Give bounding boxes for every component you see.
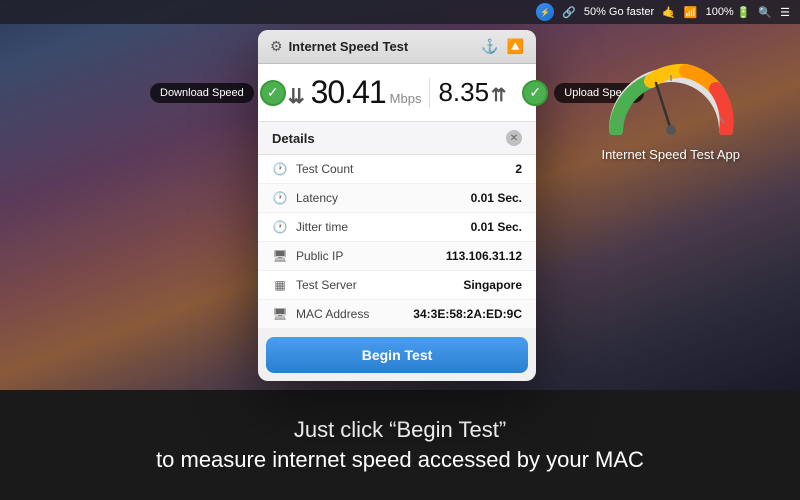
mac-address-icon: 🖥 [272, 307, 288, 321]
hand-icon: 🤙 [662, 6, 676, 19]
detail-left-public-ip: 🖥 Public IP [272, 249, 343, 263]
latency-icon: 🕐 [272, 191, 288, 205]
bottom-text-line1: Just click “Begin Test” [294, 417, 506, 443]
details-title: Details [272, 131, 315, 146]
download-speed-unit: Mbps [390, 91, 422, 106]
menu-lines-icon[interactable]: ☰ [780, 6, 790, 19]
go-faster-label: Go faster [609, 6, 654, 18]
test-count-icon: 🕐 [272, 162, 288, 176]
speed-separator [429, 78, 430, 108]
detail-left-mac-address: 🖥 MAC Address [272, 307, 369, 321]
mac-address-label: MAC Address [296, 307, 369, 321]
download-arrows-icon: ⇊ [288, 84, 305, 109]
public-ip-icon: 🖥 [272, 249, 288, 263]
test-count-value: 2 [515, 162, 522, 176]
download-check-icon: ✓ [260, 80, 286, 106]
public-ip-value: 113.106.31.12 [446, 249, 522, 263]
bottom-bar: Just click “Begin Test” to measure inter… [0, 390, 800, 500]
speedometer-label: Internet Speed Test App [601, 147, 740, 162]
upload-arrows-icon: ⇈ [491, 85, 506, 106]
speed-display-row: Download Speed ✓ ⇊ 30.41 Mbps 8.35 ⇈ ✓ U… [258, 64, 536, 122]
anchor-icon[interactable]: ⚓ [481, 38, 498, 55]
detail-left-test-count: 🕐 Test Count [272, 162, 353, 176]
details-header: Details ✕ [258, 122, 536, 155]
latency-label: Latency [296, 191, 338, 205]
test-count-label: Test Count [296, 162, 353, 176]
bottom-text-line2: to measure internet speed accessed by yo… [156, 447, 644, 473]
upload-speed-display: 8.35 ⇈ [438, 77, 506, 108]
upload-check-icon: ✓ [522, 80, 548, 106]
test-server-value: Singapore [463, 278, 522, 292]
mac-address-value: 34:3E:58:2A:ED:9C [413, 307, 522, 321]
upload-speed-value: 8.35 [438, 77, 489, 108]
detail-left-test-server: ▦ Test Server [272, 278, 357, 292]
download-speed-label-group: Download Speed ✓ [150, 80, 286, 106]
battery-full-percent: 100% [706, 6, 734, 18]
latency-value: 0.01 Sec. [471, 191, 522, 205]
download-speed-value: 30.41 [311, 74, 386, 111]
detail-row-test-count: 🕐 Test Count 2 [258, 155, 536, 184]
details-close-button[interactable]: ✕ [506, 130, 522, 146]
titlebar-left: ⚙ Internet Speed Test [270, 38, 408, 55]
battery-50-item: 50% Go faster [584, 6, 654, 18]
test-server-icon: ▦ [272, 278, 288, 292]
window-title: Internet Speed Test [289, 39, 409, 54]
share-icon[interactable]: 🔼 [507, 38, 524, 55]
battery-percent: 50% [584, 6, 606, 18]
detail-left-jitter: 🕐 Jitter time [272, 220, 348, 234]
public-ip-label: Public IP [296, 249, 343, 263]
detail-row-mac-address: 🖥 MAC Address 34:3E:58:2A:ED:9C [258, 300, 536, 329]
link-icon: 🔗 [562, 6, 576, 19]
details-section: Details ✕ 🕐 Test Count 2 🕐 Latency 0.01 … [258, 122, 536, 329]
desktop-background: ⚡ 🔗 50% Go faster 🤙 📶 100% 🔋 🔍 ☰ ⚙ Inter… [0, 0, 800, 390]
wifi-icon: 📶 [684, 6, 698, 19]
test-server-label: Test Server [296, 278, 357, 292]
download-label-pill: Download Speed [150, 83, 254, 103]
detail-left-latency: 🕐 Latency [272, 191, 338, 205]
speed-app-icon: ⚡ [536, 3, 554, 21]
battery-item: 100% 🔋 [706, 6, 751, 19]
titlebar-right: ⚓ 🔼 [481, 38, 524, 55]
jitter-value: 0.01 Sec. [471, 220, 522, 234]
detail-row-public-ip: 🖥 Public IP 113.106.31.12 [258, 242, 536, 271]
speedometer-gauge [606, 55, 736, 135]
menubar: ⚡ 🔗 50% Go faster 🤙 📶 100% 🔋 🔍 ☰ [0, 0, 800, 24]
detail-row-test-server: ▦ Test Server Singapore [258, 271, 536, 300]
speedometer-container: Internet Speed Test App [601, 55, 740, 162]
detail-row-latency: 🕐 Latency 0.01 Sec. [258, 184, 536, 213]
jitter-label: Jitter time [296, 220, 348, 234]
app-window: ⚙ Internet Speed Test ⚓ 🔼 Download Speed… [258, 30, 536, 381]
download-speed-display: ⇊ 30.41 Mbps [288, 74, 422, 111]
begin-test-button[interactable]: Begin Test [266, 337, 528, 373]
jitter-icon: 🕐 [272, 220, 288, 234]
detail-row-jitter: 🕐 Jitter time 0.01 Sec. [258, 213, 536, 242]
window-titlebar: ⚙ Internet Speed Test ⚓ 🔼 [258, 30, 536, 64]
search-menu-icon[interactable]: 🔍 [758, 6, 772, 19]
settings-icon[interactable]: ⚙ [270, 38, 283, 55]
